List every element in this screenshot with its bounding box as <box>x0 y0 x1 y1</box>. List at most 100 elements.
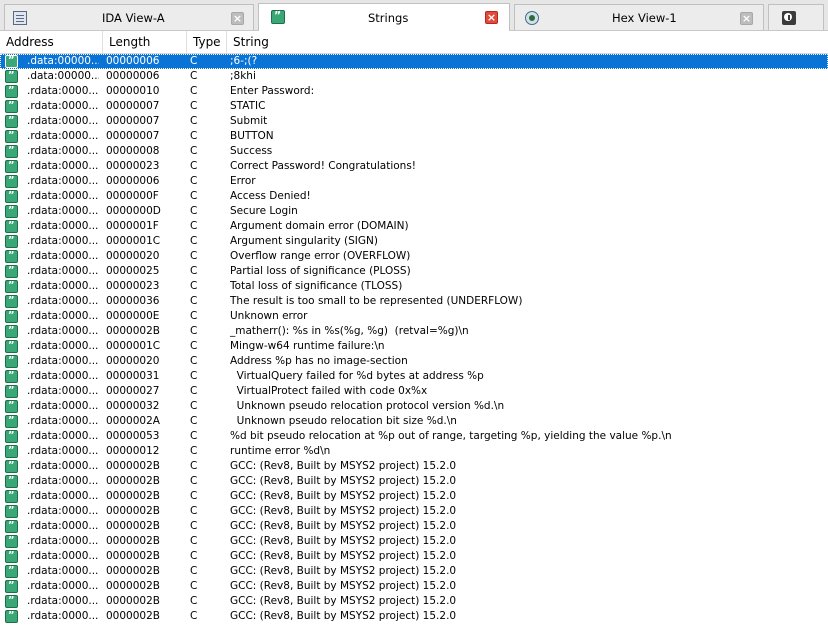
table-row[interactable]: .rdata:0000... 00000007 C Submit <box>0 113 828 129</box>
type-cell: C <box>190 370 198 382</box>
type-cell: C <box>190 490 198 502</box>
string-literal-icon <box>5 533 18 548</box>
table-row[interactable]: .rdata:0000... 0000002B C GCC: (Rev8, Built… <box>0 578 828 594</box>
length-cell: 00000010 <box>106 85 160 97</box>
type-cell: C <box>190 250 198 262</box>
address-cell: .data:00000... <box>27 70 99 82</box>
close-icon[interactable]: × <box>231 12 244 25</box>
table-row[interactable]: .rdata:0000... 00000025 C Partial loss of s… <box>0 263 828 279</box>
table-row[interactable]: .rdata:0000... 00000008 C Success <box>0 143 828 159</box>
table-row[interactable]: .rdata:0000... 00000006 C Error <box>0 173 828 189</box>
address-cell: .rdata:0000... <box>27 460 99 472</box>
table-row[interactable]: .rdata:0000... 00000020 C Overflow range er… <box>0 248 828 264</box>
close-icon[interactable]: × <box>485 11 498 24</box>
type-cell: C <box>190 295 198 307</box>
string-cell: VirtualProtect failed with code 0x%x <box>230 385 428 397</box>
length-cell: 00000007 <box>106 130 160 142</box>
table-row[interactable]: .data:00000... 00000006 C ;6-;(? <box>0 53 828 69</box>
table-row[interactable]: .rdata:0000... 0000001F C Argument domain e… <box>0 218 828 234</box>
column-header-string[interactable]: String <box>227 31 828 53</box>
table-row[interactable]: .rdata:0000... 0000002B C GCC: (Rev8, Built… <box>0 503 828 519</box>
string-literal-icon <box>5 98 18 113</box>
length-cell: 0000002B <box>106 490 160 502</box>
tab-ida-view-a[interactable]: IDA View-A × <box>4 4 254 30</box>
address-cell: .rdata:0000... <box>27 310 99 322</box>
table-row[interactable]: .rdata:0000... 0000000D C Secure Login <box>0 203 828 219</box>
table-row[interactable]: .rdata:0000... 00000007 C STATIC <box>0 98 828 114</box>
string-cell: Correct Password! Congratulations! <box>230 160 416 172</box>
table-row[interactable]: .rdata:0000... 00000020 C Address %p has no… <box>0 353 828 369</box>
column-header-address[interactable]: Address <box>0 31 103 53</box>
string-cell: ;6-;(? <box>230 55 258 67</box>
type-cell: C <box>190 355 198 367</box>
type-cell: C <box>190 100 198 112</box>
string-cell: GCC: (Rev8, Built by MSYS2 project) 15.2… <box>230 580 457 592</box>
tab-bar: IDA View-A × Strings × Hex View-1 × <box>0 0 828 31</box>
type-cell: C <box>190 190 198 202</box>
table-row[interactable]: .rdata:0000... 00000027 C VirtualProtect f… <box>0 383 828 399</box>
table-row[interactable]: .rdata:0000... 0000000E C Unknown error <box>0 308 828 324</box>
tab-info[interactable] <box>768 4 824 30</box>
column-header-length[interactable]: Length <box>103 31 187 53</box>
tab-ida-view-a-label: IDA View-A <box>102 11 165 25</box>
table-row[interactable]: .rdata:0000... 00000031 C VirtualQuery fai… <box>0 368 828 384</box>
ida-view-icon <box>13 11 27 25</box>
length-cell: 00000025 <box>106 265 160 277</box>
length-cell: 00000006 <box>106 55 160 67</box>
string-literal-icon <box>5 608 18 623</box>
string-literal-icon <box>5 128 18 143</box>
close-icon[interactable]: × <box>740 12 753 25</box>
type-cell: C <box>190 580 198 592</box>
column-header-type[interactable]: Type <box>187 31 227 53</box>
info-icon <box>782 11 796 25</box>
type-cell: C <box>190 205 198 217</box>
string-cell: Mingw-w64 runtime failure:\n <box>230 340 385 352</box>
length-cell: 00000027 <box>106 385 160 397</box>
table-row[interactable]: .rdata:0000... 0000001C C Mingw-w64 runtime… <box>0 338 828 354</box>
length-cell: 00000023 <box>106 160 160 172</box>
table-row[interactable]: .rdata:0000... 0000002B C GCC: (Rev8, Built… <box>0 458 828 474</box>
string-literal-icon <box>5 458 18 473</box>
string-literal-icon <box>5 383 18 398</box>
length-cell: 0000002A <box>106 415 160 427</box>
table-row[interactable]: .rdata:0000... 0000002B C GCC: (Rev8, Built… <box>0 533 828 549</box>
table-row[interactable]: .rdata:0000... 0000002A C Unknown pseudo r… <box>0 413 828 429</box>
string-cell: GCC: (Rev8, Built by MSYS2 project) 15.2… <box>230 520 457 532</box>
tab-strings[interactable]: Strings × <box>258 3 510 31</box>
table-row[interactable]: .rdata:0000... 0000002B C GCC: (Rev8, Built… <box>0 593 828 609</box>
table-header: Address Length Type String <box>0 31 828 54</box>
table-row[interactable]: .rdata:0000... 0000002B C GCC: (Rev8, Built… <box>0 473 828 489</box>
type-cell: C <box>190 160 198 172</box>
table-row[interactable]: .rdata:0000... 0000002B C GCC: (Rev8, Built… <box>0 488 828 504</box>
string-literal-icon <box>5 323 18 338</box>
string-literal-icon <box>5 473 18 488</box>
address-cell: .rdata:0000... <box>27 520 99 532</box>
table-row[interactable]: .rdata:0000... 00000012 Cruntime error %d\… <box>0 443 828 459</box>
tab-hex-view-1[interactable]: Hex View-1 × <box>514 4 764 30</box>
table-row[interactable]: .rdata:0000... 0000002B C _matherr(): %s in… <box>0 323 828 339</box>
address-cell: .rdata:0000... <box>27 265 99 277</box>
table-row[interactable]: .rdata:0000... 00000036 C The result is too… <box>0 293 828 309</box>
table-row[interactable]: .rdata:0000... 00000010 C Enter Password: <box>0 83 828 99</box>
string-literal-icon <box>5 173 18 188</box>
table-row[interactable]: .rdata:0000... 00000023 C Total loss of sig… <box>0 278 828 294</box>
table-row[interactable]: .rdata:0000... 00000007 C BUTTON <box>0 128 828 144</box>
table-row[interactable]: .rdata:0000... 0000001C C Argument singular… <box>0 233 828 249</box>
table-row[interactable]: .rdata:0000... 00000023 C Correct Password!… <box>0 158 828 174</box>
table-row[interactable]: .data:00000... 00000006 C ;8khi <box>0 68 828 84</box>
table-row[interactable]: .rdata:0000... 0000002B C GCC: (Rev8, Built… <box>0 563 828 579</box>
table-row[interactable]: .rdata:0000... 0000000F C Access Denied! <box>0 188 828 204</box>
string-literal-icon <box>5 68 18 83</box>
table-row[interactable]: .rdata:0000... 00000032 C Unknown pseudo r… <box>0 398 828 414</box>
table-row[interactable]: .rdata:0000... 0000002B C GCC: (Rev8, Built… <box>0 608 828 624</box>
type-cell: C <box>190 610 198 622</box>
address-cell: .rdata:0000... <box>27 400 99 412</box>
address-cell: .rdata:0000... <box>27 535 99 547</box>
table-row[interactable]: .rdata:0000... 0000002B C GCC: (Rev8, Built… <box>0 518 828 534</box>
type-cell: C <box>190 340 198 352</box>
strings-table[interactable]: Address Length Type String .data:00000..… <box>0 31 828 629</box>
table-row[interactable]: .rdata:0000... 0000002B C GCC: (Rev8, Built… <box>0 548 828 564</box>
string-cell: Enter Password: <box>230 85 315 97</box>
tab-hex-view-1-label: Hex View-1 <box>612 11 677 25</box>
table-row[interactable]: .rdata:0000... 00000053 C %d bit pseudo rel… <box>0 428 828 444</box>
